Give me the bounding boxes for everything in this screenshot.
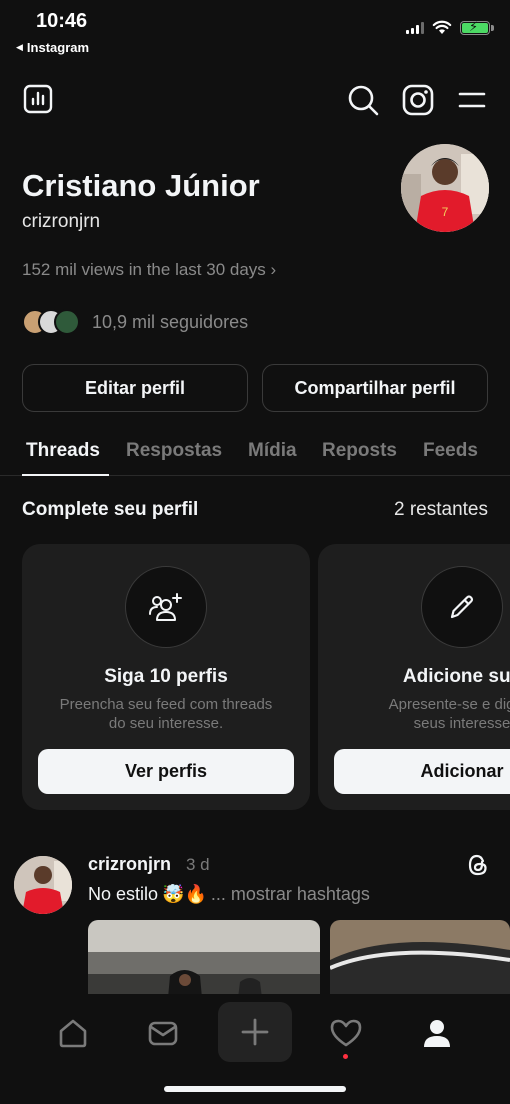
followers-link[interactable]: 10,9 mil seguidores <box>22 309 248 335</box>
instagram-icon[interactable] <box>401 83 435 117</box>
complete-profile-title: Complete seu perfil <box>22 499 199 520</box>
tab-threads[interactable]: Threads <box>26 440 100 462</box>
status-icons: ⚡ <box>406 19 494 35</box>
add-bio-button[interactable]: Adicionar <box>334 749 510 794</box>
threads-icon[interactable] <box>465 852 491 878</box>
home-icon[interactable] <box>43 1008 103 1058</box>
follower-avatar <box>54 309 80 335</box>
inbox-icon[interactable] <box>133 1008 193 1058</box>
view-profiles-button[interactable]: Ver perfis <box>38 749 294 794</box>
followers-count: 10,9 mil seguidores <box>92 311 249 332</box>
search-icon[interactable] <box>346 83 380 117</box>
wifi-icon <box>432 20 452 34</box>
svg-text:7: 7 <box>442 205 449 219</box>
menu-icon[interactable] <box>456 83 488 117</box>
show-hashtags-link[interactable]: ... mostrar hashtags <box>211 884 370 905</box>
notification-dot <box>343 1054 348 1059</box>
status-bar: 10:46 ◀ Instagram ⚡ <box>0 0 510 60</box>
bottom-nav <box>0 994 510 1104</box>
suggestion-card: Siga 10 perfis Preencha seu feed com thr… <box>22 544 310 810</box>
insights-chart-icon[interactable] <box>22 83 54 115</box>
post-emojis: 🤯🔥 <box>162 884 207 904</box>
edit-profile-button[interactable]: Editar perfil <box>22 364 248 412</box>
create-icon[interactable] <box>218 1002 292 1062</box>
tab-reposts[interactable]: Reposts <box>322 440 397 462</box>
views-text: 152 mil views in the last 30 days <box>22 260 266 279</box>
post-image[interactable] <box>330 920 510 998</box>
active-tab-indicator <box>22 474 109 476</box>
post-author-name[interactable]: crizronjrn <box>88 854 171 875</box>
card-title: Adicione sua <box>402 666 510 687</box>
profile-handle: crizronjrn <box>22 211 101 232</box>
home-indicator[interactable] <box>164 1086 346 1092</box>
chevron-right-icon: › <box>270 260 277 279</box>
cellular-signal-icon <box>406 21 424 34</box>
follower-avatars <box>22 309 80 335</box>
back-triangle-icon: ◀ <box>16 42 23 52</box>
tab-respostas[interactable]: Respostas <box>126 440 222 462</box>
card-description: Apresente-se e diga o seus interesse <box>388 696 510 732</box>
battery-icon: ⚡ <box>460 19 494 35</box>
profile-avatar[interactable]: 7 <box>401 144 489 232</box>
views-insights-link[interactable]: 152 mil views in the last 30 days › <box>22 260 276 280</box>
suggestion-card: Adicione sua Apresente-se e diga o seus … <box>318 544 510 810</box>
card-title: Siga 10 perfis <box>104 666 228 687</box>
post-image[interactable] <box>88 920 320 998</box>
activity-icon[interactable] <box>316 1008 376 1058</box>
post-author-avatar[interactable] <box>14 856 72 914</box>
back-to-app-link[interactable]: ◀ Instagram <box>16 40 89 55</box>
share-profile-button[interactable]: Compartilhar perfil <box>262 364 488 412</box>
post-text: No estilo <box>88 884 159 904</box>
add-people-icon <box>125 566 207 648</box>
tab-feeds[interactable]: Feeds <box>423 440 478 462</box>
profile-tabs: Threads Respostas Mídia Reposts Feeds <box>0 436 510 476</box>
profile-icon[interactable] <box>407 1008 467 1058</box>
top-nav <box>0 80 510 120</box>
profile-screen: 10:46 ◀ Instagram ⚡ Cristiano Júnior cri… <box>0 0 510 1104</box>
profile-name: Cristiano Júnior <box>22 168 260 203</box>
card-description: Preencha seu feed com threads do seu int… <box>59 696 273 732</box>
status-time: 10:46 <box>36 10 88 32</box>
back-app-label: Instagram <box>26 40 90 55</box>
tab-midia[interactable]: Mídia <box>248 440 297 462</box>
pencil-icon <box>421 566 503 648</box>
complete-profile-remaining: 2 restantes <box>394 499 488 520</box>
post-caption: No estilo 🤯🔥 ... mostrar hashtags <box>88 884 370 905</box>
post-timestamp: 3 d <box>186 855 210 874</box>
